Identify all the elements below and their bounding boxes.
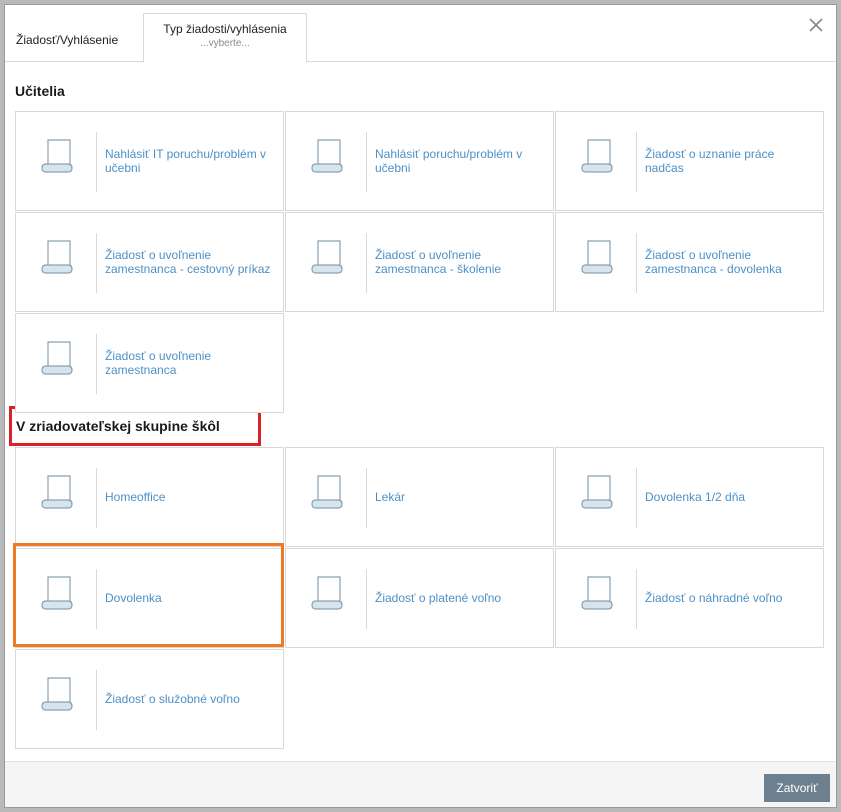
request-type-label[interactable]: Nahlásiť IT poruchu/problém v učebni [105, 112, 275, 210]
document-scroll-icon [38, 237, 78, 279]
document-scroll-icon [578, 136, 618, 178]
section-title-founder-group: V zriadovateľskej skupine škôl [16, 418, 220, 434]
request-type-card[interactable]: Dovolenka 1/2 dňa [555, 447, 824, 547]
request-type-label[interactable]: Žiadosť o uznanie práce nadčas [645, 112, 815, 210]
request-type-card[interactable]: Žiadosť o uvoľnenie zamestnanca - cestov… [15, 212, 284, 312]
request-type-card[interactable]: Žiadosť o služobné voľno [15, 649, 284, 749]
request-type-label[interactable]: Žiadosť o uvoľnenie zamestnanca [105, 314, 275, 412]
request-type-label[interactable]: Žiadosť o uvoľnenie zamestnanca - školen… [375, 213, 545, 311]
tab-request-type-title: Typ žiadosti/vyhlásenia [163, 22, 287, 36]
request-type-label[interactable]: Homeoffice [105, 448, 275, 546]
request-type-label[interactable]: Žiadosť o uvoľnenie zamestnanca - cestov… [105, 213, 275, 311]
request-type-card[interactable]: Žiadosť o uvoľnenie zamestnanca [15, 313, 284, 413]
document-scroll-icon [38, 338, 78, 380]
dialog-header: Žiadosť/Vyhlásenie Typ žiadosti/vyhlásen… [5, 5, 836, 63]
request-type-card[interactable]: Žiadosť o uvoľnenie zamestnanca - školen… [285, 212, 554, 312]
request-type-card[interactable]: Žiadosť o náhradné voľno [555, 548, 824, 648]
document-scroll-icon [578, 573, 618, 615]
request-type-label[interactable]: Lekár [375, 448, 545, 546]
request-type-card[interactable]: Žiadosť o uznanie práce nadčas [555, 111, 824, 211]
request-type-card[interactable]: Homeoffice [15, 447, 284, 547]
card-divider [366, 233, 367, 293]
card-divider [96, 670, 97, 730]
document-scroll-icon [578, 472, 618, 514]
document-scroll-icon [308, 472, 348, 514]
card-divider [96, 132, 97, 192]
request-type-label[interactable]: Žiadosť o platené voľno [375, 549, 545, 647]
card-divider [366, 132, 367, 192]
request-type-card[interactable]: Nahlásiť IT poruchu/problém v učebni [15, 111, 284, 211]
request-type-list: Učitelia V zriadovateľskej skupine škôl … [5, 63, 836, 757]
close-button[interactable]: Zatvoriť [764, 774, 830, 802]
document-scroll-icon [308, 237, 348, 279]
tab-request-type-subtitle: ...vyberte... [200, 38, 250, 49]
card-divider [96, 334, 97, 394]
highlight-item [13, 543, 284, 647]
document-scroll-icon [38, 674, 78, 716]
request-type-card[interactable]: Žiadosť o uvoľnenie zamestnanca - dovole… [555, 212, 824, 312]
card-divider [96, 233, 97, 293]
request-type-label[interactable]: Žiadosť o služobné voľno [105, 650, 275, 748]
card-divider [636, 233, 637, 293]
tab-request-type[interactable]: Typ žiadosti/vyhlásenia ...vyberte... [143, 13, 307, 63]
request-type-label[interactable]: Žiadosť o uvoľnenie zamestnanca - dovole… [645, 213, 815, 311]
close-icon[interactable] [808, 17, 824, 33]
request-type-card[interactable]: Žiadosť o platené voľno [285, 548, 554, 648]
card-divider [636, 468, 637, 528]
request-type-card[interactable]: Lekár [285, 447, 554, 547]
card-divider [366, 569, 367, 629]
card-divider [366, 468, 367, 528]
request-type-label[interactable]: Nahlásiť poruchu/problém v učebni [375, 112, 545, 210]
request-type-label[interactable]: Žiadosť o náhradné voľno [645, 549, 815, 647]
card-divider [96, 468, 97, 528]
document-scroll-icon [38, 136, 78, 178]
document-scroll-icon [578, 237, 618, 279]
dialog-footer: Zatvoriť [5, 761, 836, 807]
tab-request[interactable]: Žiadosť/Vyhlásenie [5, 5, 143, 62]
card-divider [636, 132, 637, 192]
section-title-teachers: Učitelia [15, 83, 65, 99]
request-type-card[interactable]: Nahlásiť poruchu/problém v učebni [285, 111, 554, 211]
tab-request-label: Žiadosť/Vyhlásenie [16, 33, 119, 47]
document-scroll-icon [38, 472, 78, 514]
document-scroll-icon [308, 136, 348, 178]
request-type-label[interactable]: Dovolenka 1/2 dňa [645, 448, 815, 546]
dialog: Žiadosť/Vyhlásenie Typ žiadosti/vyhlásen… [4, 4, 837, 808]
card-divider [636, 569, 637, 629]
document-scroll-icon [308, 573, 348, 615]
